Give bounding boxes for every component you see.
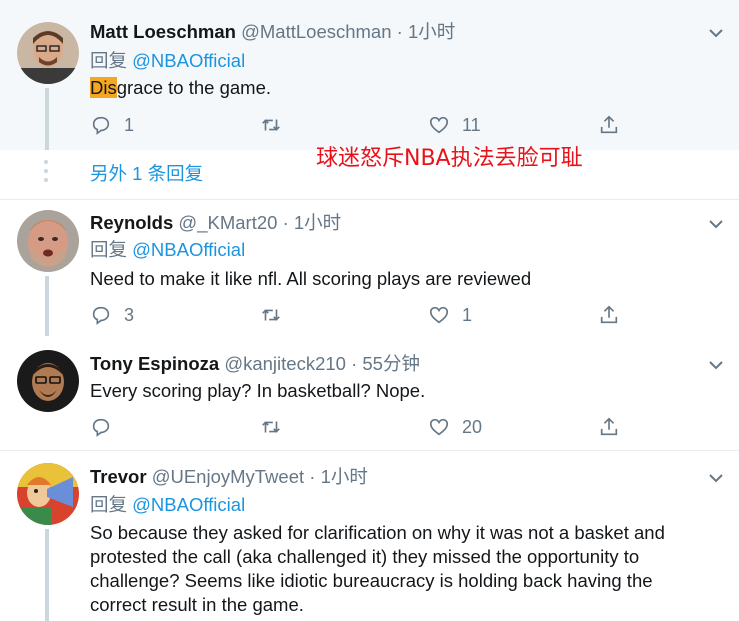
share-icon bbox=[600, 305, 618, 324]
like-button[interactable]: 1 bbox=[428, 302, 472, 328]
share-icon bbox=[600, 417, 618, 436]
like-count: 20 bbox=[462, 416, 483, 437]
avatar[interactable] bbox=[17, 463, 79, 525]
avatar[interactable] bbox=[17, 22, 79, 84]
display-name[interactable]: Matt Loeschman bbox=[90, 21, 236, 42]
tweet-actions: 1 11 bbox=[90, 112, 630, 138]
chevron-down-icon[interactable] bbox=[709, 473, 723, 483]
user-handle[interactable]: @_KMart20 bbox=[178, 212, 277, 233]
reply-icon bbox=[92, 116, 110, 135]
thread-line bbox=[45, 276, 49, 336]
tweet-actions: 3 1 bbox=[90, 302, 630, 328]
reply-prefix: 回复 bbox=[90, 50, 128, 71]
chevron-down-icon[interactable] bbox=[709, 28, 723, 38]
chevron-down-icon[interactable] bbox=[709, 360, 723, 370]
avatar[interactable] bbox=[17, 350, 79, 412]
tweet-text: Disgrace to the game. bbox=[90, 76, 690, 100]
reply-count: 3 bbox=[124, 304, 135, 325]
reply-prefix: 回复 bbox=[90, 239, 128, 260]
timestamp[interactable]: · 1小时 bbox=[283, 212, 342, 233]
like-button[interactable]: 11 bbox=[428, 112, 481, 138]
tweet-actions: 20 bbox=[90, 414, 630, 440]
thread-dots bbox=[44, 160, 50, 187]
display-name[interactable]: Reynolds bbox=[90, 212, 173, 233]
share-button[interactable] bbox=[598, 302, 620, 328]
retweet-button[interactable] bbox=[260, 414, 282, 440]
overlay-caption: 球迷怒斥NBA执法丢脸可耻 bbox=[316, 146, 583, 171]
tweet-text: Every scoring play? In basketball? Nope. bbox=[90, 380, 426, 401]
reply-context: 回复 @NBAOfficial bbox=[90, 493, 245, 517]
reply-button[interactable] bbox=[90, 414, 112, 440]
tweet-text-line: So because they asked for clarification … bbox=[90, 522, 665, 543]
retweet-icon bbox=[262, 119, 280, 131]
tweet-header: Trevor @UEnjoyMyTweet · 1小时 bbox=[90, 465, 368, 489]
avatar[interactable] bbox=[17, 210, 79, 272]
mention-link[interactable]: @NBAOfficial bbox=[132, 50, 245, 71]
tweet-text: So because they asked for clarification … bbox=[90, 521, 690, 617]
tweet-text: Need to make it like nfl. All scoring pl… bbox=[90, 268, 532, 289]
timestamp[interactable]: · 1小时 bbox=[397, 21, 456, 42]
retweet-icon bbox=[262, 421, 280, 433]
user-handle[interactable]: @kanjiteck210 bbox=[224, 353, 346, 374]
retweet-icon bbox=[262, 309, 280, 321]
tweet-reynolds[interactable]: Reynolds @_KMart20 · 1小时 回复 @NBAOfficial… bbox=[0, 200, 739, 336]
thread-line bbox=[45, 88, 49, 150]
chevron-down-icon[interactable] bbox=[709, 219, 723, 229]
tweet-text-line: challenge? Seems like idiotic bureaucrac… bbox=[90, 570, 653, 591]
tweet-text-line: correct result in the game. bbox=[90, 594, 304, 615]
display-name[interactable]: Tony Espinoza bbox=[90, 353, 219, 374]
user-handle[interactable]: @UEnjoyMyTweet bbox=[152, 466, 304, 487]
reply-count: 1 bbox=[124, 114, 135, 135]
heart-icon bbox=[429, 418, 449, 436]
share-button[interactable] bbox=[598, 414, 620, 440]
reply-button[interactable]: 3 bbox=[90, 302, 134, 328]
reply-context: 回复 @NBAOfficial bbox=[90, 238, 245, 262]
heart-icon bbox=[429, 306, 449, 324]
tweet-header: Tony Espinoza @kanjiteck210 · 55分钟 bbox=[90, 352, 420, 376]
like-count: 11 bbox=[462, 114, 481, 135]
retweet-button[interactable] bbox=[260, 112, 282, 138]
tweet-header: Reynolds @_KMart20 · 1小时 bbox=[90, 211, 341, 235]
show-more-replies-link[interactable]: 另外 1 条回复 bbox=[90, 162, 203, 186]
thread-line bbox=[45, 529, 49, 621]
display-name[interactable]: Trevor bbox=[90, 466, 147, 487]
share-button[interactable] bbox=[598, 112, 620, 138]
user-handle[interactable]: @MattLoeschman bbox=[241, 21, 391, 42]
tweet-matt-loeschman[interactable]: Matt Loeschman @MattLoeschman · 1小时 回复 @… bbox=[0, 0, 739, 150]
mention-link[interactable]: @NBAOfficial bbox=[132, 494, 245, 515]
tweet-tony-espinoza[interactable]: Tony Espinoza @kanjiteck210 · 55分钟 Every… bbox=[0, 336, 739, 450]
timestamp[interactable]: · 1小时 bbox=[309, 466, 368, 487]
tweet-text-rest: grace to the game. bbox=[116, 77, 271, 98]
mention-link[interactable]: @NBAOfficial bbox=[132, 239, 245, 260]
heart-icon bbox=[429, 116, 449, 134]
tweet-header: Matt Loeschman @MattLoeschman · 1小时 bbox=[90, 20, 455, 44]
tweet-text-line: protested the call (aka challenged it) t… bbox=[90, 546, 640, 567]
reply-button[interactable]: 1 bbox=[90, 112, 134, 138]
reply-prefix: 回复 bbox=[90, 494, 128, 515]
retweet-button[interactable] bbox=[260, 302, 282, 328]
reply-context: 回复 @NBAOfficial bbox=[90, 49, 245, 73]
timestamp[interactable]: · 55分钟 bbox=[351, 353, 420, 374]
highlighted-text: Dis bbox=[90, 77, 117, 98]
like-count: 1 bbox=[462, 304, 473, 325]
share-icon bbox=[600, 115, 618, 134]
reply-icon bbox=[92, 418, 110, 437]
like-button[interactable]: 20 bbox=[428, 414, 482, 440]
tweet-trevor[interactable]: Trevor @UEnjoyMyTweet · 1小时 回复 @NBAOffic… bbox=[0, 451, 739, 621]
reply-icon bbox=[92, 306, 110, 325]
